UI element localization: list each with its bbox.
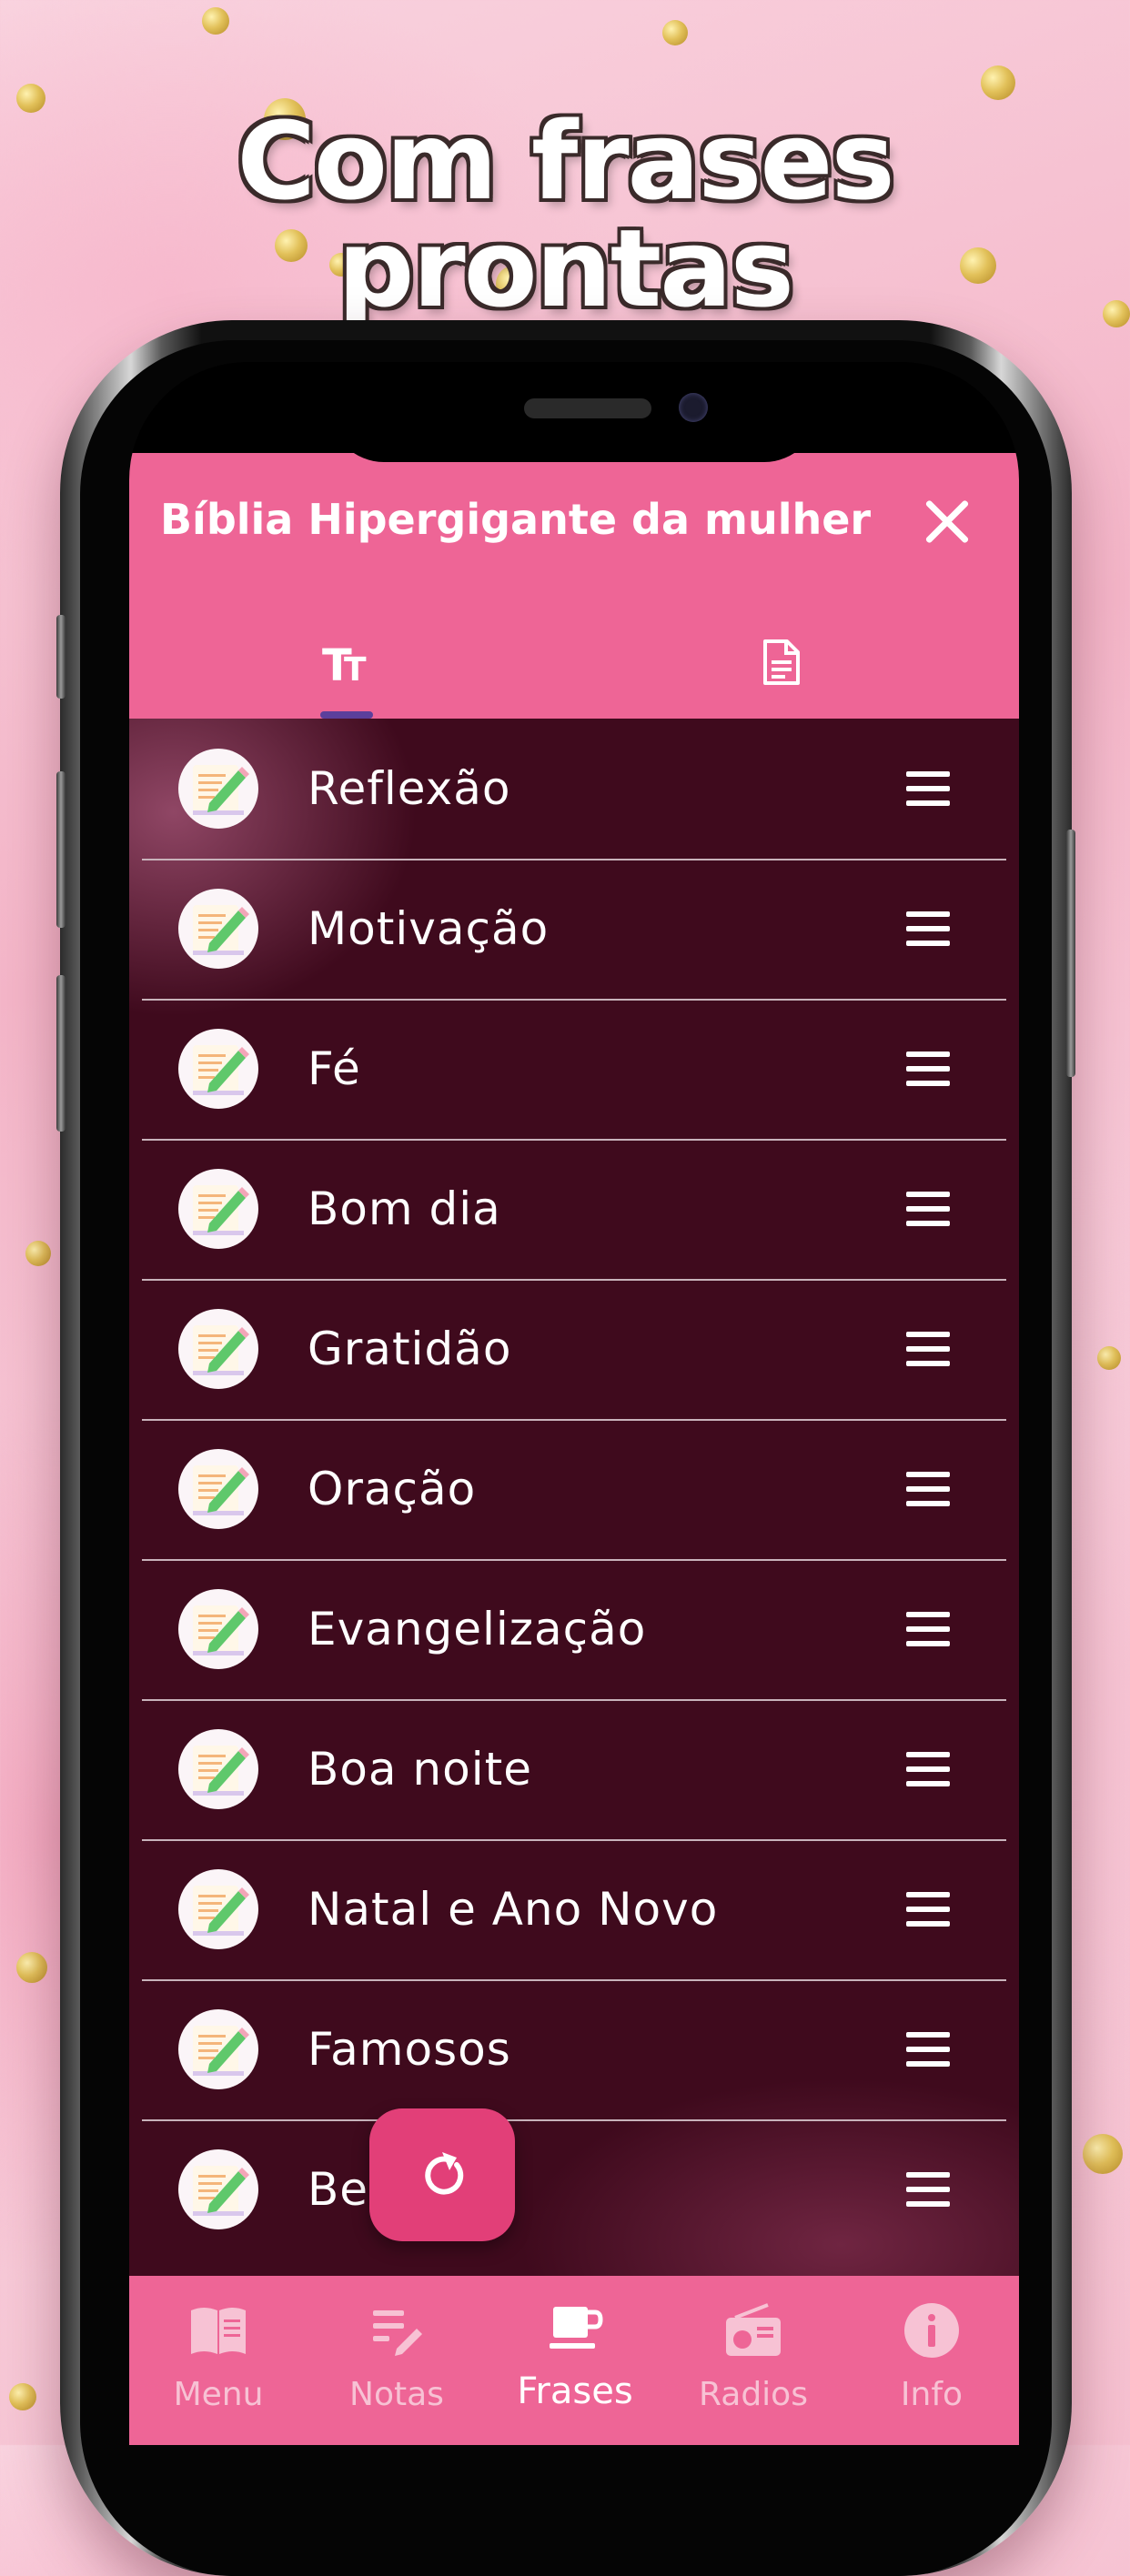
menu-icon[interactable] — [906, 1752, 950, 1786]
glitter-dot — [9, 2383, 36, 2410]
menu-icon[interactable] — [906, 1052, 950, 1086]
menu-icon[interactable] — [906, 771, 950, 806]
pencil-note-icon — [178, 889, 258, 969]
nav-label-radios: Radios — [699, 2376, 808, 2413]
phone-side-button — [56, 615, 66, 699]
glitter-dot — [1097, 1346, 1121, 1370]
nav-label-frases: Frases — [517, 2370, 633, 2412]
category-label: Famosos — [308, 2023, 511, 2076]
category-row[interactable]: Oração — [142, 1419, 1006, 1561]
pencil-note-icon — [178, 1029, 258, 1109]
phone-screen: Bíblia Hipergigante da mulher TT Reflexã… — [129, 362, 1019, 2445]
info-icon — [904, 2303, 959, 2358]
category-label: Natal e Ano Novo — [308, 1883, 719, 1936]
menu-icon[interactable] — [906, 2172, 950, 2207]
glitter-dot — [25, 1241, 51, 1266]
notes-icon — [373, 2310, 422, 2356]
tab-active-indicator — [320, 711, 373, 719]
category-label: Reflexão — [308, 762, 511, 815]
tab-documents[interactable] — [574, 613, 1019, 719]
pencil-note-icon — [178, 1169, 258, 1249]
refresh-button[interactable] — [369, 2108, 515, 2241]
category-label: Gratidão — [308, 1323, 512, 1375]
nav-item-info[interactable]: Info — [842, 2276, 1019, 2445]
nav-label-notas: Notas — [349, 2376, 444, 2413]
menu-icon[interactable] — [906, 1192, 950, 1226]
pencil-note-icon — [178, 2009, 258, 2089]
category-row[interactable]: Reflexão — [142, 719, 1006, 860]
category-label: Fé — [308, 1042, 361, 1095]
text-size-icon: TT — [322, 640, 367, 691]
glitter-dot — [662, 20, 688, 45]
menu-icon[interactable] — [906, 1892, 950, 1927]
category-row[interactable]: Benção — [142, 2119, 1006, 2259]
menu-icon[interactable] — [906, 1472, 950, 1506]
glitter-dot — [16, 1952, 47, 1983]
category-list: Reflexão Motivação Fé Bom dia Gratidão O… — [129, 719, 1019, 2276]
nav-item-radios[interactable]: Radios — [664, 2276, 842, 2445]
phone-volume-up-button — [56, 771, 66, 928]
tab-text-phrases[interactable]: TT — [129, 613, 574, 719]
pencil-note-icon — [178, 749, 258, 829]
close-icon[interactable] — [913, 489, 979, 555]
category-label: Oração — [308, 1463, 477, 1515]
phone-power-button — [1066, 830, 1075, 1077]
category-row[interactable]: Famosos — [142, 1979, 1006, 2121]
nav-item-frases[interactable]: Frases — [486, 2276, 664, 2445]
app-title: Bíblia Hipergigante da mulher — [160, 495, 872, 544]
pencil-note-icon — [178, 1729, 258, 1809]
nav-label-menu: Menu — [173, 2376, 264, 2413]
category-row[interactable]: Motivação — [142, 859, 1006, 1001]
coffee-cup-icon — [550, 2307, 603, 2349]
pencil-note-icon — [178, 2149, 258, 2229]
menu-icon[interactable] — [906, 911, 950, 946]
nav-item-menu[interactable]: Menu — [129, 2276, 308, 2445]
phone-notch — [329, 362, 819, 462]
book-icon — [191, 2308, 246, 2354]
glitter-dot — [202, 7, 229, 35]
phone-volume-down-button — [56, 975, 66, 1132]
category-label: Motivação — [308, 902, 550, 955]
nav-item-notas[interactable]: Notas — [308, 2276, 486, 2445]
radio-icon — [726, 2303, 781, 2356]
pencil-note-icon — [178, 1869, 258, 1949]
app-header: Bíblia Hipergigante da mulher TT — [129, 453, 1019, 719]
speaker-grille — [524, 398, 651, 418]
bottom-navigation: Menu Notas Frases Radios Info — [129, 2276, 1019, 2445]
category-row[interactable]: Natal e Ano Novo — [142, 1839, 1006, 1981]
category-row[interactable]: Bom dia — [142, 1139, 1006, 1281]
menu-icon[interactable] — [906, 1612, 950, 1646]
category-label: Evangelização — [308, 1603, 647, 1655]
glitter-dot — [1083, 2134, 1123, 2174]
pencil-note-icon — [178, 1309, 258, 1389]
pencil-note-icon — [178, 1449, 258, 1529]
nav-label-info: Info — [900, 2376, 964, 2413]
promo-headline: Com frases prontas — [237, 98, 894, 331]
category-row[interactable]: Fé — [142, 999, 1006, 1141]
menu-icon[interactable] — [906, 1332, 950, 1366]
refresh-icon — [425, 2152, 464, 2195]
category-label: Boa noite — [308, 1743, 532, 1796]
menu-icon[interactable] — [906, 2032, 950, 2067]
front-camera — [679, 393, 708, 422]
category-row[interactable]: Evangelização — [142, 1559, 1006, 1701]
pencil-note-icon — [178, 1589, 258, 1669]
category-label: Bom dia — [308, 1182, 501, 1235]
glitter-dot — [981, 65, 1015, 100]
category-row[interactable]: Gratidão — [142, 1279, 1006, 1421]
document-icon — [763, 639, 800, 685]
category-row[interactable]: Boa noite — [142, 1699, 1006, 1841]
